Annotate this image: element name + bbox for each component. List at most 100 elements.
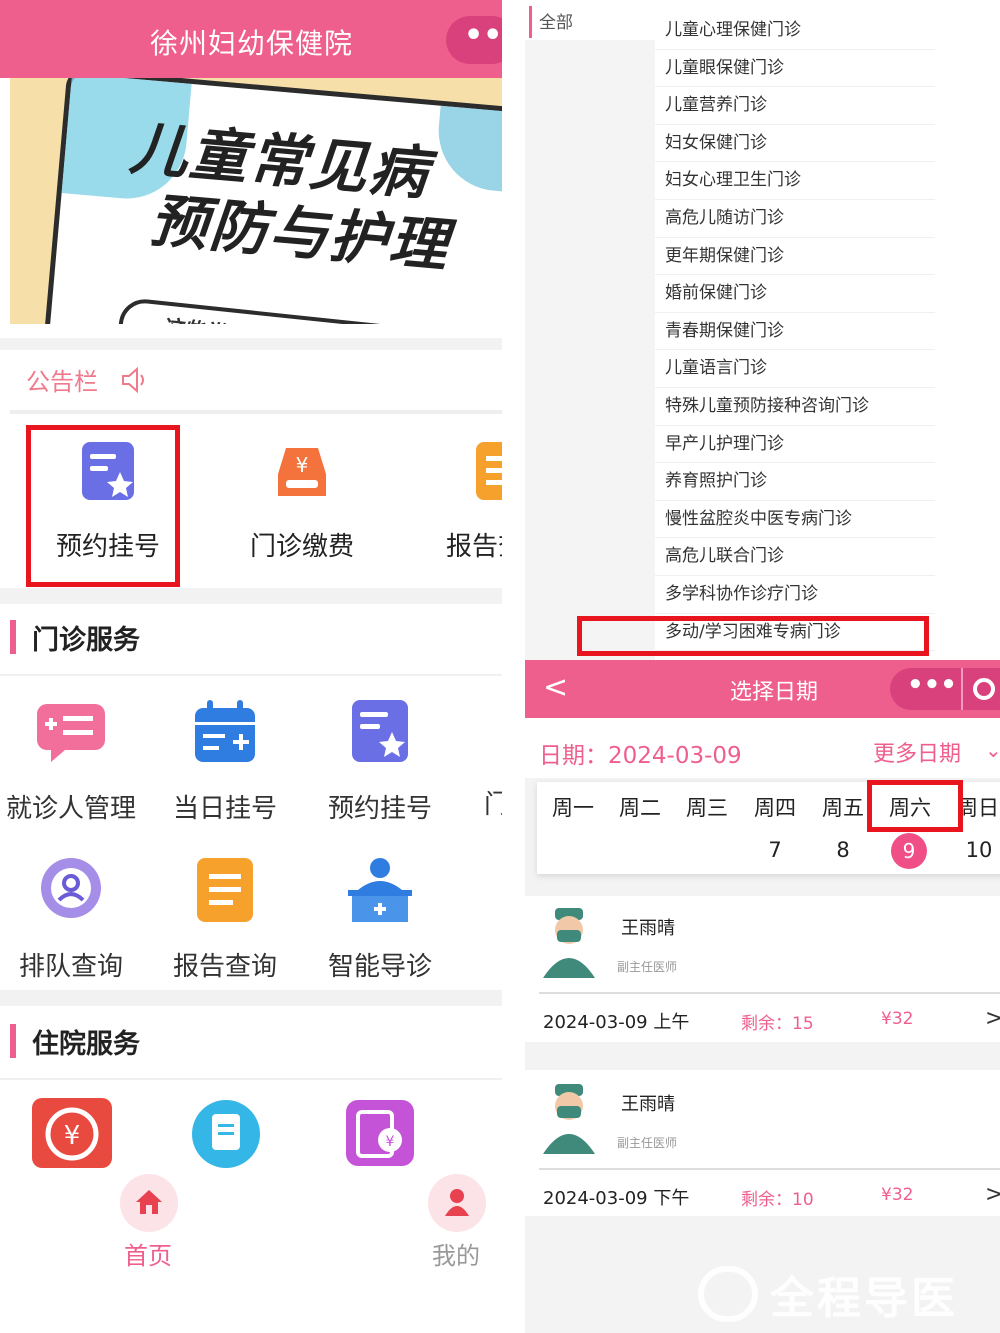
patient-manage-icon [37, 704, 105, 762]
notice-board-title[interactable]: 公告栏 [26, 362, 98, 397]
report-icon [476, 442, 502, 500]
quick-payment-button[interactable]: ¥ 门诊缴费 [222, 440, 382, 563]
service-booking-label: 预约挂号 [327, 794, 432, 824]
service-queue[interactable]: 排队查询 [0, 856, 146, 983]
department-item[interactable]: 养育照护门诊 [655, 463, 935, 501]
service-smart-guide-label: 智能导诊 [327, 952, 432, 982]
department-item[interactable]: 儿童心理保健门诊 [655, 12, 935, 50]
tab-home-label[interactable]: 首页 [124, 1236, 172, 1271]
slot-date[interactable]: 2024-03-09 下午 [543, 1184, 689, 1210]
department-item[interactable]: 青春期保健门诊 [655, 313, 935, 351]
speaker-icon [122, 366, 144, 394]
service-queue-label: 排队查询 [18, 952, 123, 982]
weekday-label: 周二 [619, 796, 661, 820]
menu-capsule-button[interactable]: ••• [446, 16, 502, 64]
department-item[interactable]: 儿童眼保健门诊 [655, 50, 935, 88]
slot-price: ¥32 [881, 1185, 914, 1205]
home-icon [136, 1190, 162, 1214]
department-item[interactable]: 儿童营养门诊 [655, 87, 935, 125]
doctor-title: 副主任医师 [617, 1136, 678, 1150]
date-screen-title: 选择日期 [730, 680, 819, 705]
home-screen: 徐州妇幼保健院 ••• 儿童常见病 预防与护理 这些常见问题危害您是否知道? 公… [0, 0, 502, 1333]
svg-text:¥: ¥ [386, 1134, 395, 1150]
tab-mine-label[interactable]: 我的 [432, 1236, 480, 1271]
doctor-name: 王雨晴 [621, 1094, 675, 1115]
inpatient-title-text: 住院服务 [32, 1029, 140, 1060]
divider [0, 674, 502, 676]
user-icon [445, 1189, 469, 1216]
day-number[interactable]: 7 [755, 838, 795, 862]
service-patient-manage-label: 就诊人管理 [5, 794, 136, 824]
divider [10, 410, 502, 414]
service-more[interactable]: 门 [484, 698, 502, 821]
deposit-icon[interactable]: ¥ [30, 1096, 114, 1168]
weekday-label: 周五 [822, 796, 864, 820]
service-report-label: 报告查询 [172, 952, 277, 982]
back-icon[interactable]: < [543, 670, 568, 705]
highlight-box-saturday [867, 780, 963, 832]
chevron-down-icon[interactable]: ⌄ [985, 738, 1000, 762]
service-same-day[interactable]: 当日挂号 [150, 698, 300, 825]
divider [539, 1168, 1000, 1170]
booking-flow-screens: 全部 儿童心理保健门诊 儿童眼保健门诊 儿童营养门诊 妇女保健门诊 妇女心理卫生… [525, 0, 1000, 1333]
service-smart-guide[interactable]: 智能导诊 [305, 856, 455, 983]
chevron-right-icon[interactable]: > [985, 1006, 1000, 1031]
quick-report-button[interactable]: 报告查询 [418, 440, 502, 563]
day-number[interactable]: 10 [959, 838, 999, 862]
tab-mine-bubble[interactable] [428, 1174, 486, 1232]
slot-date[interactable]: 2024-03-09 上午 [543, 1008, 689, 1034]
department-item[interactable]: 更年期保健门诊 [655, 238, 935, 276]
promo-banner[interactable]: 儿童常见病 预防与护理 这些常见问题危害您是否知道? [10, 78, 502, 324]
department-item[interactable]: 儿童语言门诊 [655, 350, 935, 388]
department-item[interactable]: 婚前保健门诊 [655, 275, 935, 313]
doctor-avatar [543, 1084, 595, 1154]
queue-search-icon [41, 858, 101, 918]
report-icon [197, 858, 253, 922]
department-item[interactable]: 慢性盆腔炎中医专病门诊 [655, 501, 935, 539]
inpatient-section-title: 住院服务 [10, 1022, 140, 1061]
department-item[interactable]: 多学科协作诊疗门诊 [655, 576, 935, 614]
outpatient-title-text: 门诊服务 [32, 625, 140, 656]
smart-guide-icon [348, 858, 412, 922]
slot-price: ¥32 [881, 1009, 914, 1029]
service-same-day-label: 当日挂号 [172, 794, 277, 824]
service-report[interactable]: 报告查询 [150, 856, 300, 983]
department-list: 儿童心理保健门诊 儿童眼保健门诊 儿童营养门诊 妇女保健门诊 妇女心理卫生门诊 … [655, 12, 935, 652]
slot-remaining: 剩余：15 [741, 1014, 814, 1034]
doctor-title: 副主任医师 [617, 960, 678, 974]
watermark-logo [698, 1266, 758, 1322]
department-item[interactable]: 高危儿随访门诊 [655, 200, 935, 238]
day-number[interactable]: 8 [823, 838, 863, 862]
svg-text:¥: ¥ [64, 1121, 81, 1151]
svg-text:¥: ¥ [296, 453, 309, 477]
department-item[interactable]: 特殊儿童预防接种咨询门诊 [655, 388, 935, 426]
weekday-label: 周三 [686, 796, 728, 820]
department-item[interactable]: 妇女心理卫生门诊 [655, 162, 935, 200]
quick-report-label: 报告查询 [445, 532, 502, 562]
more-dots-icon[interactable]: ••• [907, 670, 957, 700]
category-all-label[interactable]: 全部 [539, 8, 573, 33]
chevron-right-icon[interactable]: > [985, 1182, 1000, 1207]
department-item[interactable]: 高危儿联合门诊 [655, 538, 935, 576]
service-patient-manage[interactable]: 就诊人管理 [0, 698, 146, 825]
composite-screenshot: 徐州妇幼保健院 ••• 儿童常见病 预防与护理 这些常见问题危害您是否知道? 公… [0, 0, 1000, 1333]
department-item[interactable]: 早产儿护理门诊 [655, 426, 935, 464]
booking-star-icon [352, 700, 408, 762]
close-target-icon[interactable] [973, 678, 995, 700]
section-gap [0, 588, 502, 604]
outpatient-section-title: 门诊服务 [10, 618, 140, 657]
weekday-label: 周四 [754, 796, 796, 820]
service-more-label: 门 [484, 790, 502, 820]
section-marker [10, 1024, 16, 1058]
slot-remaining: 剩余：10 [741, 1190, 814, 1210]
inpatient-list-icon[interactable] [188, 1098, 264, 1168]
expense-list-icon[interactable]: ¥ [344, 1098, 416, 1168]
doctor-avatar [543, 908, 595, 978]
watermark-text: 全程导医网 [770, 1273, 958, 1324]
category-active-marker [529, 6, 532, 38]
more-dates-button[interactable]: 更多日期 [873, 736, 961, 768]
service-booking[interactable]: 预约挂号 [305, 698, 455, 825]
tab-home-bubble[interactable] [120, 1174, 178, 1232]
day-number-selected[interactable]: 9 [891, 833, 927, 869]
department-item[interactable]: 妇女保健门诊 [655, 125, 935, 163]
